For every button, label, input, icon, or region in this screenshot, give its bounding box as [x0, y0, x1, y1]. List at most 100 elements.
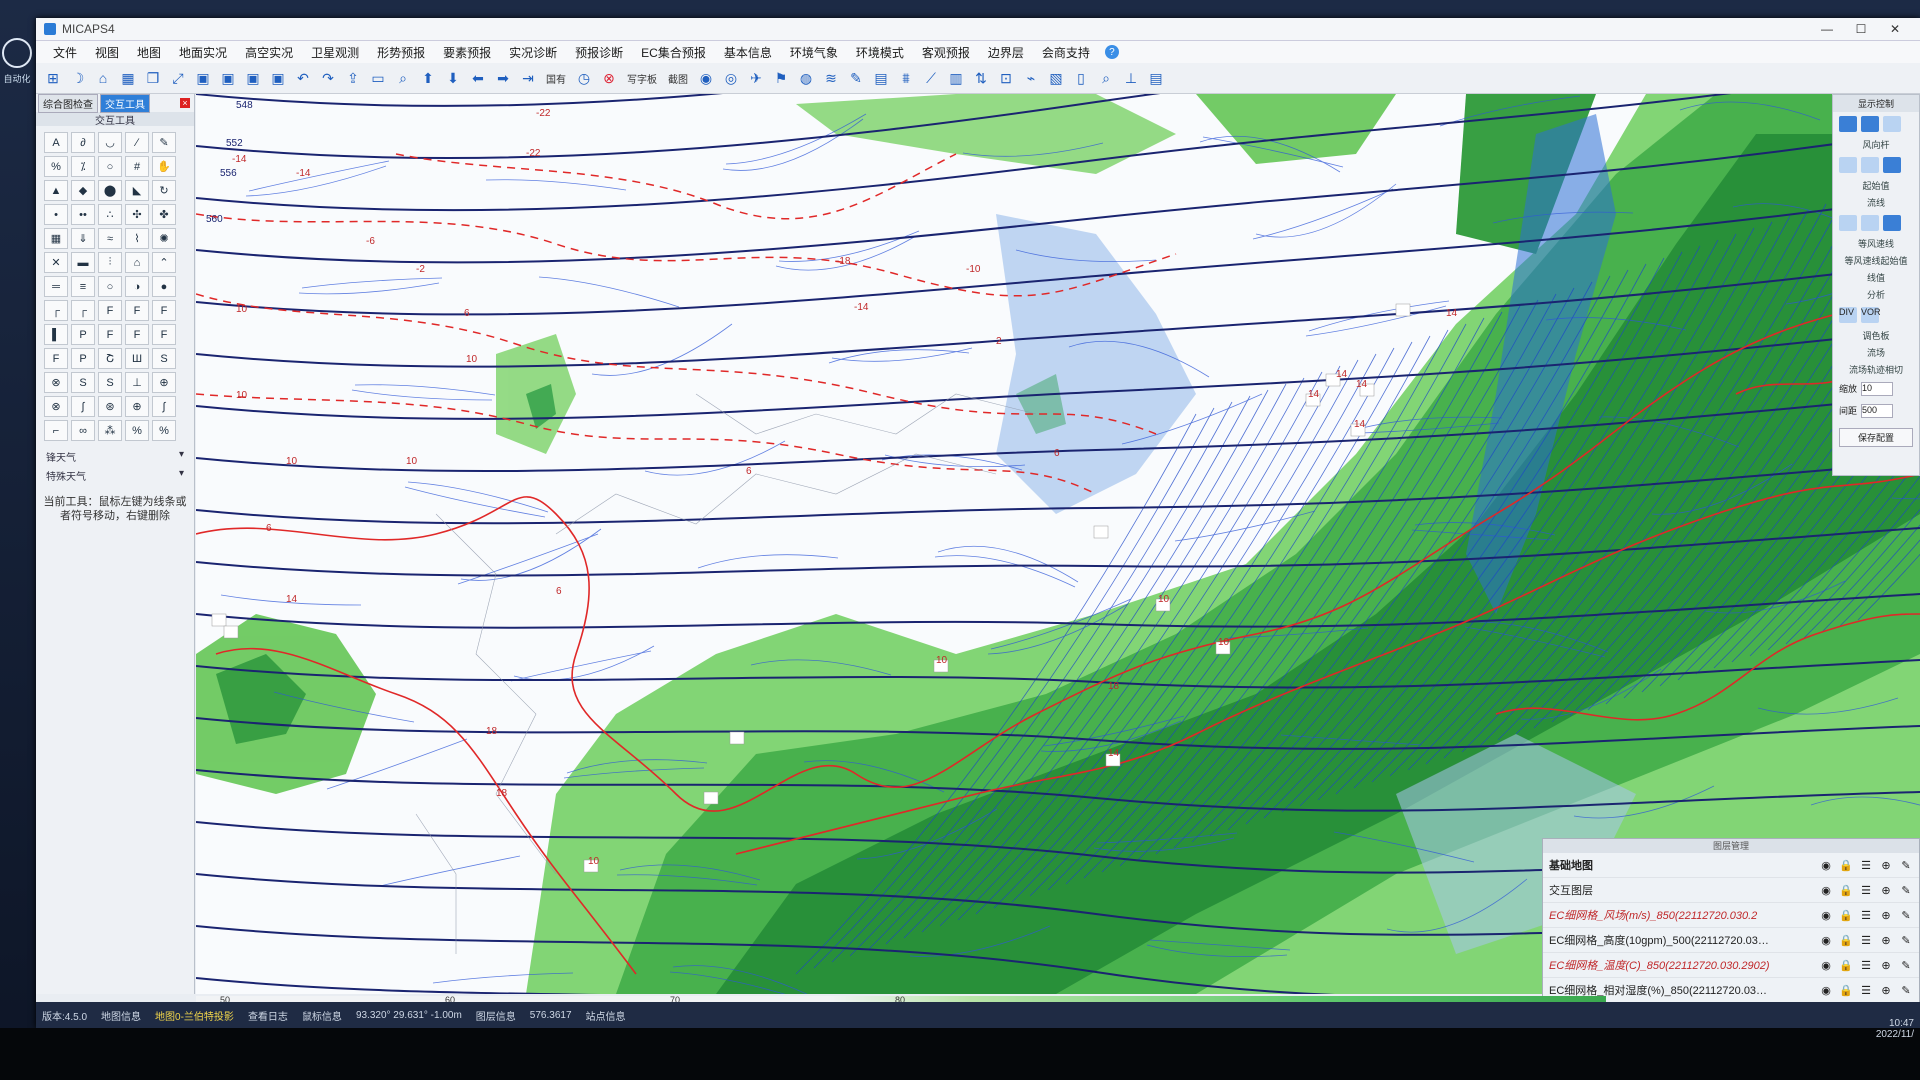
- tool-button-9[interactable]: ✋: [152, 156, 176, 177]
- lock-icon[interactable]: 🔒: [1839, 959, 1853, 972]
- chart-icon[interactable]: ⩩: [895, 67, 917, 89]
- save-icon[interactable]: ▤: [1145, 67, 1167, 89]
- target-icon[interactable]: ⊕: [1879, 934, 1893, 947]
- zoom-box-icon[interactable]: ⤢: [167, 67, 189, 89]
- stream-btn-3[interactable]: [1883, 215, 1901, 231]
- tool-button-21[interactable]: ⇓: [71, 228, 95, 249]
- tool-button-61[interactable]: ∞: [71, 420, 95, 441]
- tool-section-front[interactable]: 锋天气 ▾: [36, 447, 194, 466]
- edit-icon[interactable]: ✎: [1899, 859, 1913, 872]
- tool-button-40[interactable]: ▌: [44, 324, 68, 345]
- image-icon[interactable]: ▧: [1045, 67, 1067, 89]
- tool-button-1[interactable]: ∂: [71, 132, 95, 153]
- tool-button-17[interactable]: ∴: [98, 204, 122, 225]
- menu-item-15[interactable]: 边界层: [979, 44, 1033, 61]
- lock-icon[interactable]: 🔒: [1839, 884, 1853, 897]
- level-icon[interactable]: ⊥: [1120, 67, 1142, 89]
- menu-icon[interactable]: ☰: [1859, 959, 1873, 972]
- tool-button-56[interactable]: ∫: [71, 396, 95, 417]
- minimize-icon[interactable]: —: [1810, 22, 1844, 36]
- menu-icon[interactable]: ☰: [1859, 984, 1873, 997]
- arrow-down-icon[interactable]: ⬇: [442, 67, 464, 89]
- tool-button-13[interactable]: ◣: [125, 180, 149, 201]
- tool-button-46[interactable]: P: [71, 348, 95, 369]
- menu-item-1[interactable]: 视图: [86, 44, 128, 61]
- area-chart-icon[interactable]: ⌁: [1020, 67, 1042, 89]
- map-info-link[interactable]: 地图信息: [101, 1008, 141, 1023]
- view-log-link[interactable]: 查看日志: [248, 1008, 288, 1023]
- tool-button-58[interactable]: ⊕: [125, 396, 149, 417]
- eye-icon[interactable]: ◉: [1819, 859, 1833, 872]
- panel-close-icon[interactable]: ×: [180, 98, 190, 108]
- menu-item-0[interactable]: 文件: [44, 44, 86, 61]
- flag-icon[interactable]: ⚑: [770, 67, 792, 89]
- tool-button-51[interactable]: S: [71, 372, 95, 393]
- edit-icon[interactable]: ✎: [1899, 884, 1913, 897]
- menu-item-9[interactable]: 预报诊断: [566, 44, 632, 61]
- tool-button-0[interactable]: A: [44, 132, 68, 153]
- grid-btn-3[interactable]: [1883, 157, 1901, 173]
- menu-icon[interactable]: ☰: [1859, 859, 1873, 872]
- layers-icon[interactable]: ≋: [820, 67, 842, 89]
- edit-icon[interactable]: ✎: [1899, 934, 1913, 947]
- tool-button-44[interactable]: F: [152, 324, 176, 345]
- earth-icon[interactable]: ◍: [795, 67, 817, 89]
- tool-button-54[interactable]: ⊕: [152, 372, 176, 393]
- zoom-field[interactable]: 10: [1861, 382, 1894, 396]
- eye-icon[interactable]: ◉: [1819, 959, 1833, 972]
- tool-button-16[interactable]: ••: [71, 204, 95, 225]
- redo-icon[interactable]: ↷: [317, 67, 339, 89]
- menu-item-5[interactable]: 卫星观测: [302, 44, 368, 61]
- layer-row[interactable]: EC细网格_风场(m/s)_850(22112720.030.2 ◉ 🔒 ☰ ⊕ ✎: [1543, 903, 1919, 928]
- tool-section-special[interactable]: 特殊天气 ▾: [36, 466, 194, 485]
- lock-icon[interactable]: 🔒: [1839, 859, 1853, 872]
- layer-row[interactable]: 交互图层 ◉ 🔒 ☰ ⊕ ✎: [1543, 878, 1919, 903]
- menu-item-8[interactable]: 实况诊断: [500, 44, 566, 61]
- clock-icon[interactable]: ◷: [573, 67, 595, 89]
- tool-button-50[interactable]: ⊗: [44, 372, 68, 393]
- tool-button-22[interactable]: ≈: [98, 228, 122, 249]
- tool-button-64[interactable]: %: [152, 420, 176, 441]
- layer-row[interactable]: EC细网格_温度(C)_850(22112720.030.2902) ◉ 🔒 ☰ ⊕ ✎: [1543, 953, 1919, 978]
- tool-button-14[interactable]: ↻: [152, 180, 176, 201]
- grid-icon[interactable]: ▦: [117, 67, 139, 89]
- tool-button-15[interactable]: •: [44, 204, 68, 225]
- wind-barb-btn-2[interactable]: [1861, 116, 1879, 132]
- tool-button-25[interactable]: ✕: [44, 252, 68, 273]
- page-3-icon[interactable]: ▣: [242, 67, 264, 89]
- plane-icon[interactable]: ✈: [745, 67, 767, 89]
- page-2-icon[interactable]: ▣: [217, 67, 239, 89]
- target-icon[interactable]: ⊕: [1879, 959, 1893, 972]
- tool-button-33[interactable]: ◑: [125, 276, 149, 297]
- eye-icon[interactable]: ◉: [1819, 909, 1833, 922]
- eye-icon[interactable]: ◉: [1819, 884, 1833, 897]
- edit-icon[interactable]: ✎: [1899, 959, 1913, 972]
- folder-icon[interactable]: ▭: [367, 67, 389, 89]
- menu-item-11[interactable]: 基本信息: [715, 44, 781, 61]
- tool-button-49[interactable]: S: [152, 348, 176, 369]
- arrow-end-icon[interactable]: ⇥: [517, 67, 539, 89]
- moon-icon[interactable]: ☽: [67, 67, 89, 89]
- vor-button[interactable]: VOR: [1861, 307, 1881, 323]
- tool-button-55[interactable]: ⊗: [44, 396, 68, 417]
- menu-item-13[interactable]: 环境模式: [847, 44, 913, 61]
- edit-icon[interactable]: ✎: [1899, 909, 1913, 922]
- menu-item-2[interactable]: 地图: [128, 44, 170, 61]
- tool-button-5[interactable]: %: [44, 156, 68, 177]
- map-icon[interactable]: ⊡: [995, 67, 1017, 89]
- tool-button-19[interactable]: ✤: [152, 204, 176, 225]
- tool-button-23[interactable]: ⌇: [125, 228, 149, 249]
- tool-button-57[interactable]: ⊛: [98, 396, 122, 417]
- add-icon[interactable]: ⊞: [42, 67, 64, 89]
- undo-icon[interactable]: ↶: [292, 67, 314, 89]
- tool-button-34[interactable]: ●: [152, 276, 176, 297]
- close-icon[interactable]: ✕: [1878, 22, 1912, 36]
- tool-button-53[interactable]: ⊥: [125, 372, 149, 393]
- menu-icon[interactable]: ☰: [1859, 934, 1873, 947]
- tool-button-63[interactable]: %: [125, 420, 149, 441]
- menu-item-16[interactable]: 会商支持: [1033, 44, 1099, 61]
- doc-icon[interactable]: ▯: [1070, 67, 1092, 89]
- tool-button-37[interactable]: F: [98, 300, 122, 321]
- div-button[interactable]: DIV: [1839, 307, 1857, 323]
- tool-button-3[interactable]: ∕: [125, 132, 149, 153]
